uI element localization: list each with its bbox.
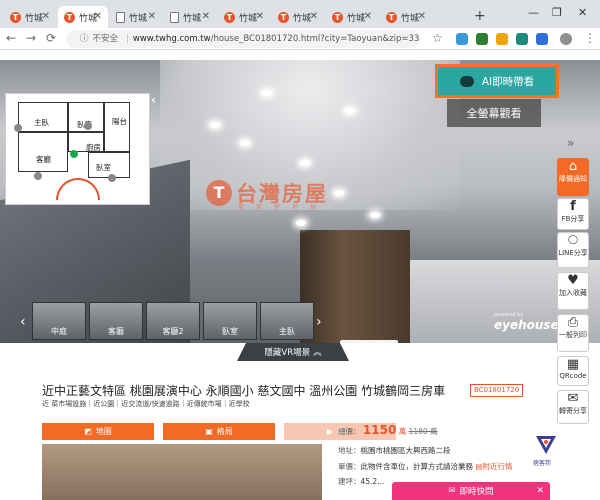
close-icon[interactable]: ✕: [94, 11, 102, 22]
mail-icon: ✉: [567, 391, 579, 406]
collapse-floorplan-icon[interactable]: ‹: [151, 93, 156, 107]
unit-price-row: 單價：此物件含車位，計算方式請洽業務 ▤附近行情: [338, 462, 513, 471]
hotspot-marker[interactable]: [108, 174, 116, 182]
close-icon[interactable]: ✕: [148, 11, 156, 22]
browser-tab[interactable]: 竹城 ✕: [110, 6, 162, 28]
browser-tab-active[interactable]: T 竹城 ✕: [58, 6, 108, 28]
qrcode-button[interactable]: ▦ QRcode: [557, 356, 589, 386]
thumbs-next-icon[interactable]: ›: [316, 314, 322, 330]
listing-features: 近 菜市場設施｜近公園｜近交流道/快速道路｜近傳統市場｜近學校: [42, 400, 250, 408]
close-icon[interactable]: ✕: [310, 11, 318, 22]
listing-code-badge: BC01801720: [470, 384, 524, 397]
print-button[interactable]: ⎙ 一般列印: [557, 314, 589, 352]
scene-thumbnail[interactable]: 中庭: [32, 302, 86, 340]
chevron-up-icon: ︽: [313, 348, 322, 358]
document-icon: [170, 11, 179, 23]
fullscreen-button[interactable]: 全螢幕觀看: [447, 99, 541, 127]
current-position-marker[interactable]: [70, 150, 78, 158]
document-icon: [116, 11, 125, 23]
browser-tab[interactable]: 竹城 ✕: [164, 6, 216, 28]
price-row: 總價： 1150 萬 1180 萬: [338, 423, 438, 437]
insecure-icon: ⓘ: [80, 34, 89, 44]
close-icon[interactable]: ✕: [256, 11, 264, 22]
line-share-button[interactable]: ◯ LINE分享: [557, 232, 589, 268]
chat-bubble-icon: [459, 75, 474, 87]
scene-thumbnail[interactable]: 主臥: [260, 302, 314, 340]
nearby-price-link[interactable]: 附近行情: [482, 462, 512, 471]
extension-icon[interactable]: [476, 33, 488, 45]
address-bar-row: ← → ⟳ ⓘ 不安全 | www.twhg.com.tw/house_BC01801…: [0, 28, 600, 50]
hide-vr-button[interactable]: 隱藏VR場景 ︽: [237, 343, 349, 361]
browser-tab[interactable]: T 竹城 ✕: [380, 6, 432, 28]
star-icon[interactable]: ☆: [432, 31, 443, 45]
air-conditioner: [340, 340, 398, 343]
browser-tab[interactable]: T 竹城 ✕: [326, 6, 378, 28]
listing-photo[interactable]: [42, 444, 322, 500]
tab-layout[interactable]: ▣ 格局: [163, 423, 275, 440]
taiwanhouse-icon: T: [332, 11, 343, 23]
url-field[interactable]: ⓘ 不安全 | www.twhg.com.tw/house_BC01801720.ht…: [66, 30, 420, 48]
browser-tab[interactable]: T 竹城 ✕: [272, 6, 324, 28]
extension-icon[interactable]: [496, 33, 508, 45]
taiwanhouse-icon: T: [64, 11, 75, 23]
close-icon[interactable]: ✕: [364, 11, 372, 22]
facebook-share-button[interactable]: f FB分享: [557, 198, 589, 230]
floorplan-minimap[interactable]: 主臥 臥室 客廳 廚房 臥室 陽台: [5, 93, 150, 205]
taiwanhouse-logo-icon: T: [206, 180, 232, 206]
map-icon: ◩: [84, 427, 92, 436]
print-icon: ⎙: [567, 315, 579, 330]
address-row: 地址：桃園市桃園區大興西路二段: [338, 446, 451, 455]
browser-tab[interactable]: T 竹城 ✕: [218, 6, 270, 28]
hotspot-marker[interactable]: [84, 122, 92, 130]
chat-icon: ✉: [448, 486, 456, 496]
scene-thumbnail[interactable]: 客廳: [89, 302, 143, 340]
eyehouse-logo: eyehouse: [494, 318, 559, 332]
taiwanhouse-icon: T: [386, 11, 397, 23]
maximize-icon[interactable]: ❐: [552, 6, 562, 19]
video-icon: ▶: [326, 427, 334, 436]
profile-icon[interactable]: [560, 33, 572, 45]
taiwanhouse-icon: T: [278, 11, 289, 23]
favorite-button[interactable]: ♥ 加入收藏: [557, 272, 589, 310]
view-direction-indicator: [56, 178, 100, 200]
layout-icon: ▣: [205, 427, 213, 436]
forward-share-button[interactable]: ✉ 轉寄分享: [557, 390, 589, 424]
window-close-icon[interactable]: ✕: [578, 6, 587, 19]
hotspot-marker[interactable]: [14, 124, 22, 132]
facebook-icon: f: [570, 199, 576, 214]
extension-icon[interactable]: [456, 33, 468, 45]
browser-tab[interactable]: T 竹城 ✕: [4, 6, 56, 28]
close-icon[interactable]: ✕: [42, 11, 50, 22]
collapse-sidebar-icon[interactable]: »: [567, 136, 574, 150]
menu-icon[interactable]: ⋮: [584, 31, 596, 45]
extension-icon[interactable]: [516, 33, 528, 45]
price-tag-icon: ⌂: [568, 159, 578, 174]
close-icon[interactable]: ✕: [418, 11, 426, 22]
new-tab-button[interactable]: +: [474, 8, 486, 24]
minimize-icon[interactable]: —: [528, 6, 539, 19]
extension-icon[interactable]: [536, 33, 548, 45]
taiwanhouse-icon: T: [224, 11, 235, 23]
pixnet-logo-icon: [536, 436, 556, 454]
reload-icon[interactable]: ⟳: [46, 31, 56, 45]
building-row: 建坪：45.2...: [338, 477, 385, 486]
taiwanhouse-icon: T: [10, 11, 21, 23]
ai-guide-button[interactable]: AI即時帶看: [435, 64, 559, 98]
hotspot-marker[interactable]: [34, 172, 42, 180]
scene-thumbnails: 中庭 客廳 客廳2 臥室 主臥: [14, 302, 332, 342]
qrcode-icon: ▦: [566, 357, 580, 372]
tab-map[interactable]: ◩ 地圖: [42, 423, 154, 440]
back-icon[interactable]: ←: [6, 31, 16, 45]
line-icon: ◯: [567, 235, 579, 245]
close-icon[interactable]: ✕: [202, 11, 210, 22]
scene-thumbnail[interactable]: 客廳2: [146, 302, 200, 340]
heart-icon: ♥: [567, 273, 579, 288]
listing-title: 近中正藝文特區 桃園展演中心 永順國小 慈文國中 溫州公園 竹城鶴岡三房車: [42, 384, 446, 398]
scene-thumbnail[interactable]: 臥室: [203, 302, 257, 340]
browser-tab-bar: T 竹城 ✕ T 竹城 ✕ 竹城 ✕ 竹城 ✕ T 竹城 ✕ T 竹城 ✕ T …: [0, 0, 600, 28]
quick-ask-button[interactable]: ✉ 即時快問 ✕: [392, 482, 550, 500]
close-icon[interactable]: ✕: [536, 486, 544, 496]
forward-icon[interactable]: →: [26, 31, 36, 45]
price-alert-button[interactable]: ⌂ 降價通知: [557, 158, 589, 196]
